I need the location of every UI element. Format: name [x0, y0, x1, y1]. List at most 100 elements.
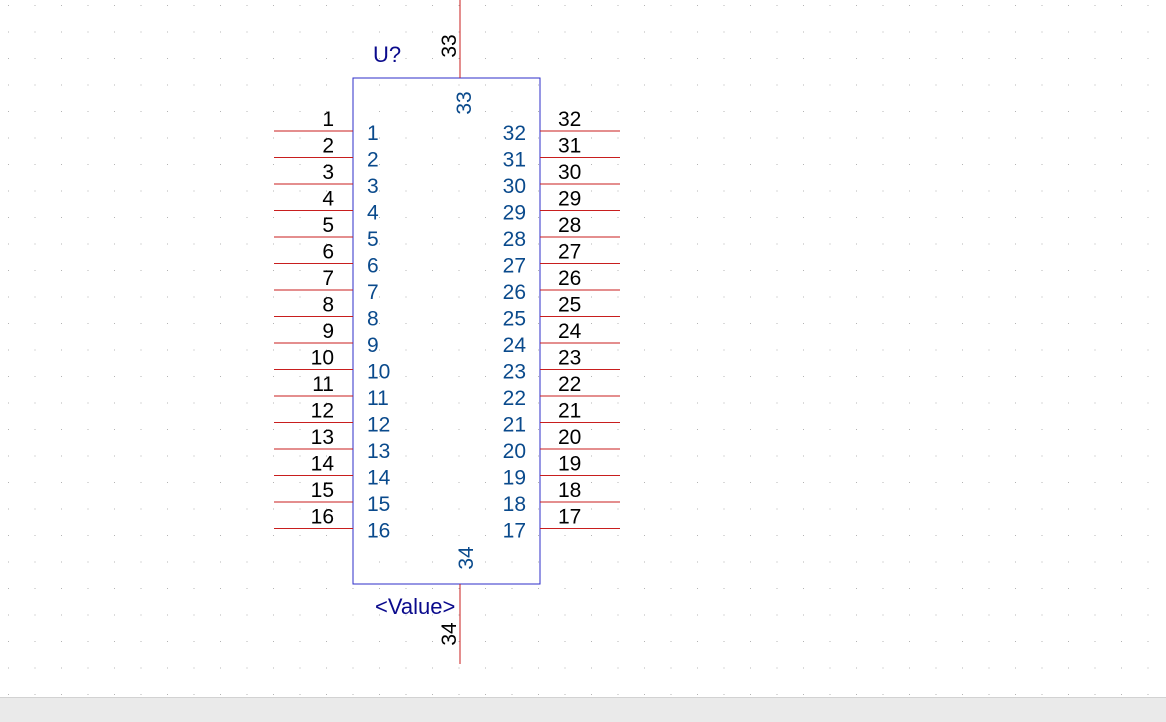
grid-dot [750, 482, 751, 483]
grid-dot [644, 508, 645, 510]
grid-dot [1121, 58, 1122, 59]
grid-dot [458, 588, 460, 589]
grid-dot [697, 270, 698, 271]
grid-dot [140, 58, 142, 59]
grid-dot [485, 376, 486, 377]
grid-dot [1041, 296, 1043, 298]
grid-dot [87, 190, 89, 192]
grid-dot [273, 137, 274, 139]
grid-dot [670, 217, 672, 218]
grid-dot [405, 5, 407, 6]
grid-dot [697, 31, 698, 33]
grid-dot [432, 5, 433, 6]
grid-dot [856, 614, 857, 616]
grid-dot [1094, 535, 1096, 536]
grid-dot [193, 243, 195, 245]
grid-dot [1147, 296, 1149, 298]
grid-dot [1041, 429, 1043, 430]
grid-dot [617, 137, 619, 139]
grid-dot [644, 217, 645, 218]
grid-dot [246, 614, 248, 616]
grid-dot [750, 694, 751, 695]
grid-dot [1041, 31, 1043, 33]
grid-dot [776, 111, 778, 112]
grid-dot [909, 455, 910, 457]
grid-dot [750, 588, 751, 589]
grid-dot [193, 323, 195, 324]
grid-dot [988, 270, 990, 271]
grid-dot [935, 190, 937, 192]
grid-dot [856, 641, 857, 642]
grid-dot [1015, 31, 1016, 33]
grid-dot [511, 84, 513, 86]
grid-dot [220, 667, 221, 669]
pin-name: 33 [453, 91, 476, 114]
reference-designator[interactable]: U? [373, 42, 401, 67]
grid-dot [697, 164, 698, 165]
grid-dot [87, 429, 89, 430]
grid-dot [1147, 376, 1149, 377]
grid-dot [1041, 137, 1043, 139]
grid-dot [538, 323, 539, 324]
grid-dot [803, 164, 804, 165]
grid-dot [697, 455, 698, 457]
grid-dot [856, 58, 857, 59]
grid-dot [909, 535, 910, 536]
grid-dot [538, 111, 539, 112]
grid-dot [299, 535, 301, 536]
grid-dot [299, 31, 301, 33]
grid-dot [644, 349, 645, 351]
schematic-canvas[interactable]: 1 1 2 2 3 3 4 4 5 5 6 6 7 7 8 8 9 9 10 10 11 11 12 12 13 13 14 14 15… [0, 0, 1166, 697]
grid-dot [670, 31, 672, 33]
grid-dot [140, 84, 142, 86]
pin-name: 13 [367, 440, 390, 463]
pins-group: 1122334455667788991010111112121313141415… [274, 0, 620, 664]
grid-dot [485, 667, 486, 669]
grid-dot [803, 455, 804, 457]
pin-name: 23 [503, 361, 526, 384]
grid-dot [220, 5, 221, 6]
grid-dot [8, 111, 9, 112]
grid-dot [723, 482, 725, 483]
grid-dot [829, 561, 831, 563]
component-symbol[interactable]: 1122334455667788991010111112121313141415… [274, 0, 620, 664]
grid-dot [988, 164, 990, 165]
grid-dot [829, 5, 831, 6]
grid-dot [882, 588, 884, 589]
value-field[interactable]: <Value> [375, 594, 455, 619]
grid-dot [670, 84, 672, 86]
grid-dot [935, 508, 937, 510]
grid-dot [909, 508, 910, 510]
grid-dot [432, 402, 433, 404]
grid-dot [61, 58, 62, 59]
grid-dot [167, 508, 168, 510]
grid-dot [1068, 561, 1069, 563]
grid-dot [61, 349, 62, 351]
grid-dot [273, 84, 274, 86]
grid-dot [1068, 376, 1069, 377]
grid-dot [1121, 217, 1122, 218]
grid-dot [405, 296, 407, 298]
grid-dot [935, 111, 937, 112]
grid-dot [750, 429, 751, 430]
grid-dot [8, 588, 9, 589]
grid-dot [750, 614, 751, 616]
grid-dot [220, 31, 221, 33]
pin-number: 28 [558, 214, 581, 237]
grid-dot [697, 376, 698, 377]
grid-dot [670, 164, 672, 165]
grid-dot [61, 111, 62, 112]
grid-dot [458, 482, 460, 483]
grid-dot [61, 323, 62, 324]
pin-33[interactable]: 33 33 [438, 0, 476, 115]
grid-dot [1068, 667, 1069, 669]
grid-dot [829, 667, 831, 669]
schematic-svg[interactable]: 1122334455667788991010111112121313141415… [0, 0, 1166, 697]
grid-dot [617, 270, 619, 271]
pin-number: 27 [558, 241, 581, 264]
grid-dot [114, 641, 115, 642]
status-bar [0, 697, 1166, 722]
grid-dot [87, 323, 89, 324]
grid-dot [803, 482, 804, 483]
grid-dot [140, 482, 142, 483]
